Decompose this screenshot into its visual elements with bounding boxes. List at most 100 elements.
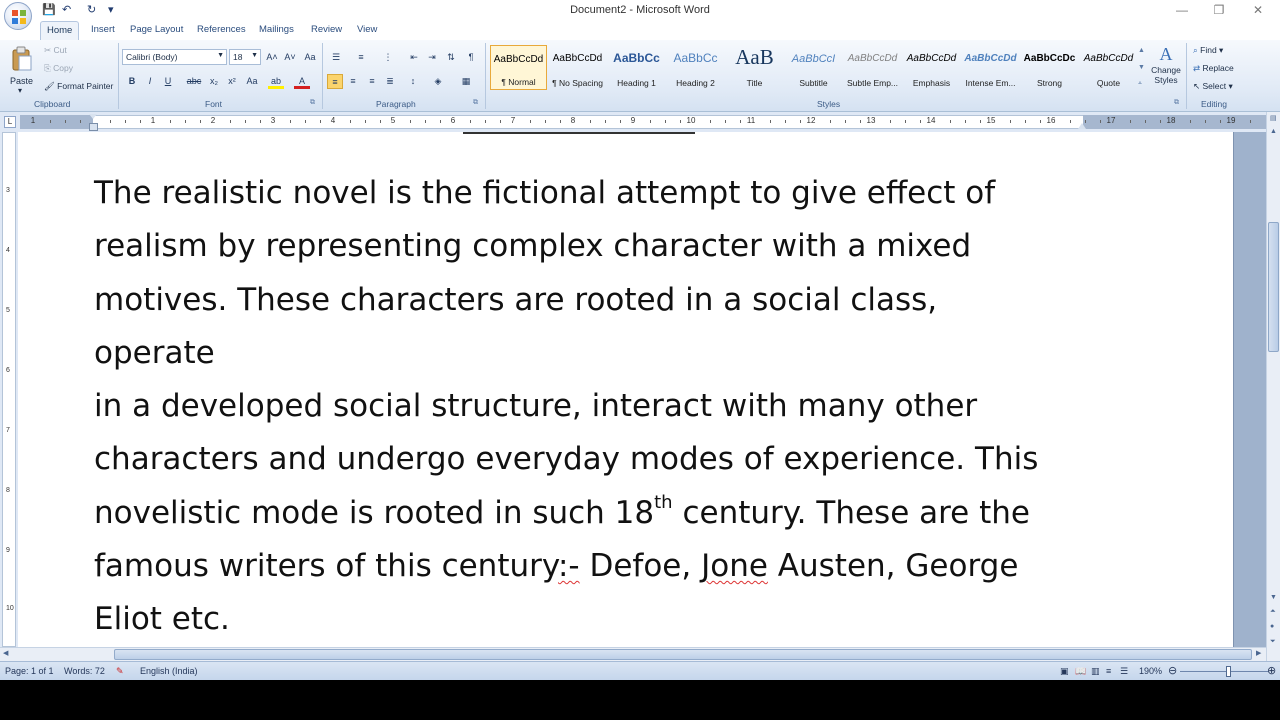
change-case-button[interactable]: Aa [244,74,260,89]
close-button[interactable]: ✕ [1248,3,1268,17]
vertical-scroll-thumb[interactable] [1268,222,1279,352]
tab-insert[interactable]: Insert [91,24,115,35]
style-subtle-emphasis[interactable]: AaBbCcDd Subtle Emp... [844,45,901,90]
zoom-level[interactable]: 190% [1139,666,1162,676]
show-hide-marks-button[interactable]: ¶ [463,50,479,65]
line-spacing-button[interactable]: ↕ [405,74,421,89]
zoom-slider-thumb[interactable] [1226,666,1231,677]
strikethrough-button[interactable]: abc [186,74,202,89]
style-emphasis[interactable]: AaBbCcDd Emphasis [903,45,960,90]
styles-scroll-down-icon[interactable]: ▼ [1138,64,1145,71]
subscript-button[interactable]: x₂ [206,74,222,89]
tab-home[interactable]: Home [40,21,80,41]
font-color-button[interactable]: A [294,74,310,89]
first-line-indent-marker[interactable] [89,114,97,119]
spelling-error-text[interactable]: Jone [701,548,768,584]
numbering-button[interactable]: ≡ [353,50,369,65]
scroll-right-icon[interactable]: ▶ [1256,649,1261,657]
align-center-button[interactable]: ≡ [345,74,361,89]
superscript-button[interactable]: x² [224,74,240,89]
increase-indent-button[interactable]: ⇥ [424,50,440,65]
grow-font-button[interactable]: A˄ [264,50,280,65]
styles-dialog-launcher-icon[interactable]: ⧉ [1174,99,1179,107]
language[interactable]: English (India) [140,666,198,676]
bold-button[interactable]: B [124,74,140,89]
decrease-indent-button[interactable]: ⇤ [406,50,422,65]
shrink-font-button[interactable]: A˅ [282,50,298,65]
word-count[interactable]: Words: 72 [64,666,105,676]
tab-view[interactable]: View [357,24,377,35]
paste-button[interactable]: Paste ▾ [8,44,36,96]
scroll-down-icon[interactable]: ▼ [1270,594,1277,601]
font-size-select[interactable]: 18 ▼ [229,49,261,65]
highlight-button[interactable]: ab [268,74,284,89]
office-button[interactable] [4,2,32,30]
copy-button[interactable]: ⎘ Copy [44,63,73,74]
style-intense-emphasis[interactable]: AaBbCcDd Intense Em... [962,45,1019,90]
vertical-ruler[interactable]: 3 4 5 6 7 8 9 10 [2,132,16,647]
previous-page-icon[interactable]: ⏶ [1270,608,1276,616]
cut-button[interactable]: ✂ Cut [44,45,67,56]
underline-button[interactable]: U [160,74,176,89]
horizontal-scroll-thumb[interactable] [114,649,1252,660]
multilevel-list-button[interactable]: ⋮ [380,50,396,65]
proofing-icon[interactable]: ✎ [116,666,124,677]
tab-selector-icon[interactable]: L [4,116,16,128]
scroll-up-icon[interactable]: ▲ [1270,128,1277,135]
style-heading-2[interactable]: AaBbCc Heading 2 [667,45,724,90]
bullets-button[interactable]: ☰ [328,50,344,65]
minimize-button[interactable]: — [1172,3,1192,17]
document-page[interactable]: The realistic novel is the fictional att… [18,132,1234,647]
style-heading-1[interactable]: AaBbCc Heading 1 [608,45,665,90]
align-right-button[interactable]: ≡ [364,74,380,89]
italic-button[interactable]: I [142,74,158,89]
tab-references[interactable]: References [197,24,246,35]
restore-button[interactable]: ❐ [1209,3,1229,17]
align-left-button[interactable]: ≡ [327,74,343,89]
font-name-select[interactable]: Calibri (Body) ▼ [122,49,227,65]
full-screen-reading-icon[interactable]: 📖 [1075,666,1086,677]
ruler-toggle-icon[interactable]: ▤ [1270,114,1277,122]
vertical-scrollbar[interactable]: ▤ ▲ ▼ ⏶ ● ⏷ [1266,112,1280,661]
outline-view-icon[interactable]: ≡ [1106,666,1111,676]
document-body-text[interactable]: The realistic novel is the fictional att… [94,167,1054,647]
shading-button[interactable]: ◈ [430,74,446,89]
zoom-in-icon[interactable]: ⊕ [1267,664,1276,677]
clear-formatting-button[interactable]: Aa [302,50,318,65]
sort-button[interactable]: ⇅ [443,50,459,65]
web-layout-icon[interactable]: ▥ [1091,666,1100,677]
style-normal[interactable]: AaBbCcDd ¶ Normal [490,45,547,90]
horizontal-scrollbar[interactable]: ◀ ▶ [0,647,1266,661]
browse-object-icon[interactable]: ● [1270,623,1274,630]
tab-page-layout[interactable]: Page Layout [130,24,183,35]
justify-button[interactable]: ≣ [382,74,398,89]
zoom-slider-track[interactable] [1180,671,1268,672]
style-quote[interactable]: AaBbCcDd Quote [1080,45,1137,90]
styles-more-icon[interactable]: ⩡ [1138,80,1142,88]
style-strong[interactable]: AaBbCcDc Strong [1021,45,1078,90]
format-painter-button[interactable]: 🖌 Format Painter [44,81,113,92]
style-title[interactable]: AaB Title [726,45,783,90]
change-styles-button[interactable]: A Change Styles [1148,44,1184,98]
borders-button[interactable]: ▦ [458,74,474,89]
spelling-error-text[interactable]: :- [558,548,580,584]
right-indent-marker[interactable] [1078,123,1086,129]
find-button[interactable]: ⌕ Find ▾ [1193,45,1223,56]
page-count[interactable]: Page: 1 of 1 [5,666,54,676]
style-no-spacing[interactable]: AaBbCcDd ¶ No Spacing [549,45,606,90]
horizontal-ruler[interactable]: L 1 1 2 3 4 5 6 7 8 9 10 11 12 13 14 15 … [0,112,1280,132]
print-layout-view-icon[interactable]: ▣ [1060,666,1069,677]
paragraph-dialog-launcher-icon[interactable]: ⧉ [473,99,478,107]
select-button[interactable]: ↖ Select ▾ [1193,81,1233,92]
tab-mailings[interactable]: Mailings [259,24,294,35]
styles-scroll-up-icon[interactable]: ▲ [1138,47,1145,54]
draft-view-icon[interactable]: ☰ [1120,666,1128,677]
next-page-icon[interactable]: ⏷ [1270,638,1276,646]
zoom-out-icon[interactable]: ⊖ [1168,664,1177,677]
replace-button[interactable]: ⇄ Replace [1193,63,1234,74]
style-subtitle[interactable]: AaBbCcI Subtitle [785,45,842,90]
left-indent-marker[interactable] [89,123,98,131]
font-dialog-launcher-icon[interactable]: ⧉ [310,99,315,107]
tab-review[interactable]: Review [311,24,342,35]
scroll-left-icon[interactable]: ◀ [3,649,8,657]
